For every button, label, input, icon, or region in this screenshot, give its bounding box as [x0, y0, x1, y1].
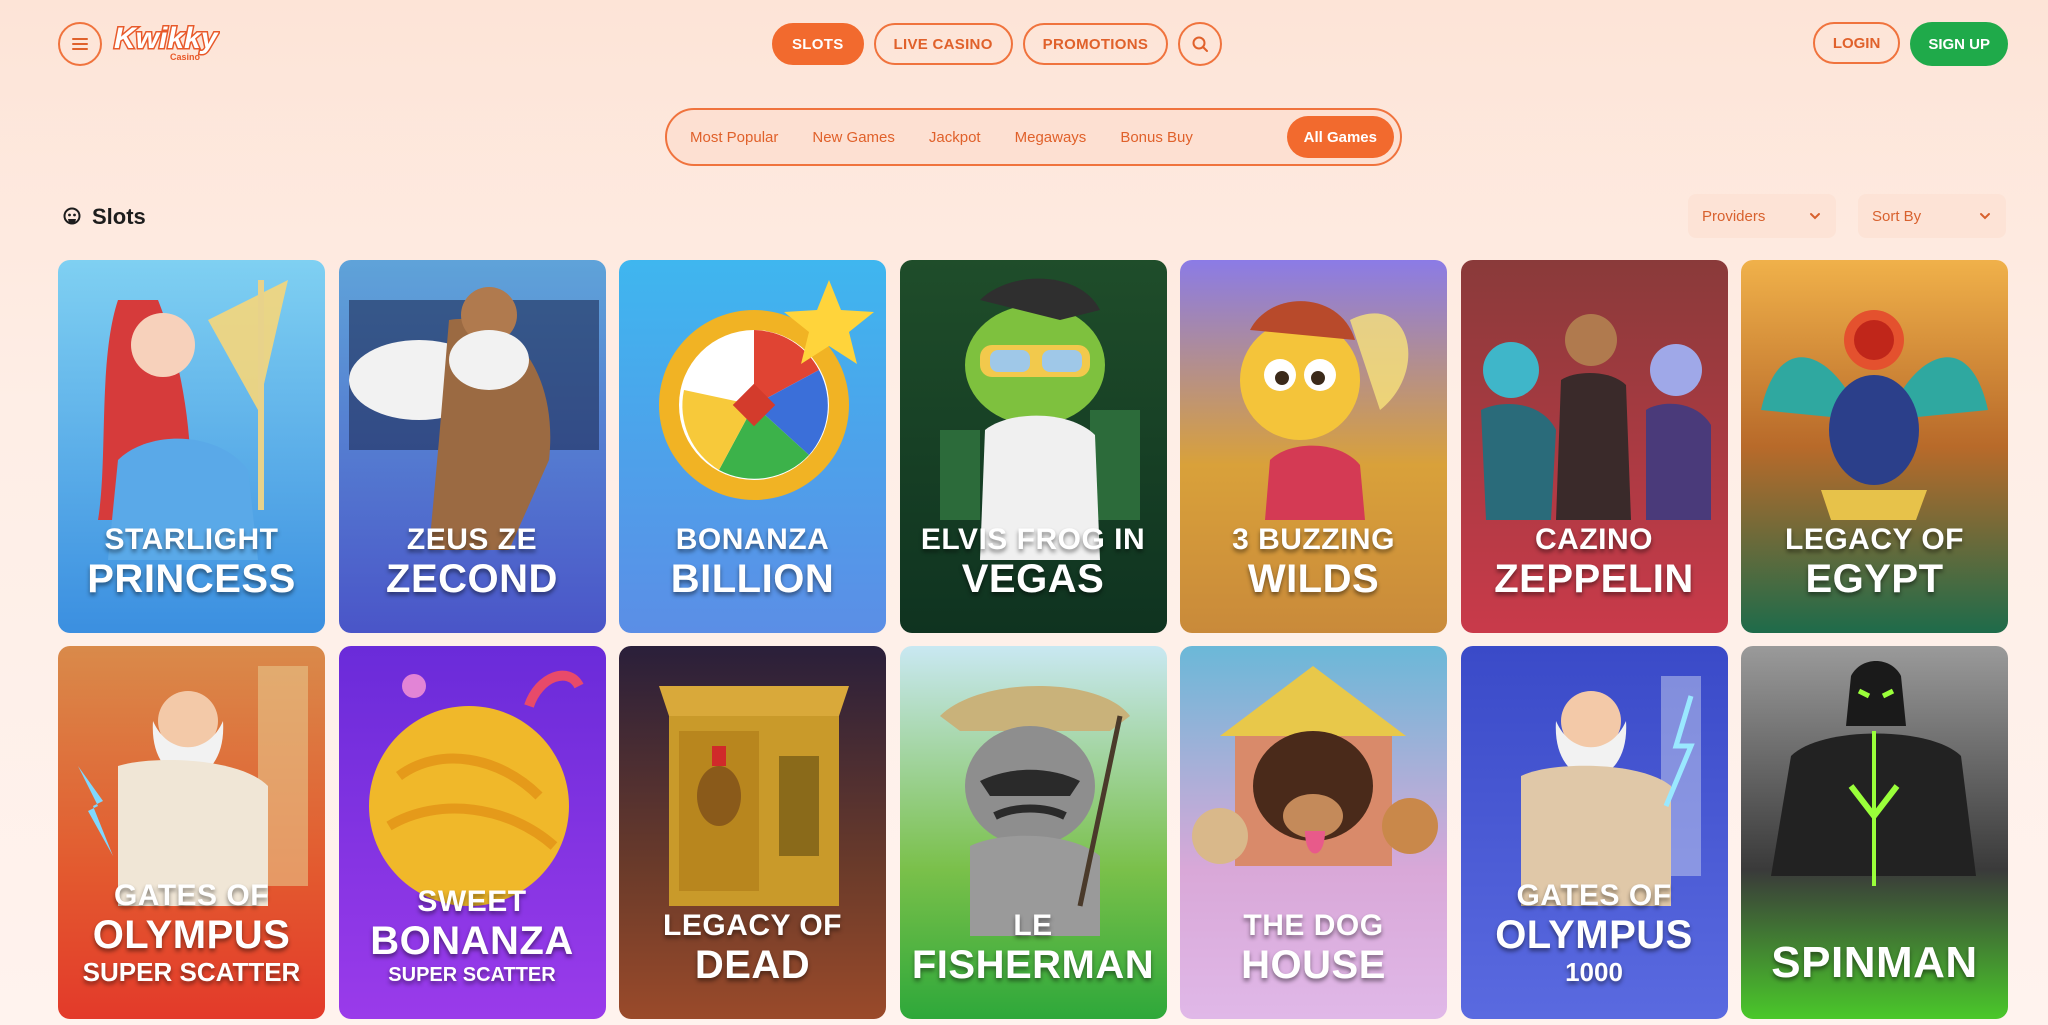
game-title: GATES OF OLYMPUS SUPER SCATTER: [82, 879, 301, 987]
nav-live-casino[interactable]: LIVE CASINO: [873, 23, 1013, 65]
chevron-down-icon: [1980, 213, 1990, 220]
games-grid: STARLIGHT PRINCESS ZEUS ZE ZECOND BONANZ…: [58, 260, 2008, 1019]
game-title: 3 BUZZING WILDS: [1232, 523, 1395, 601]
slots-icon: [63, 207, 81, 225]
game-title: LEGACY OF DEAD: [663, 909, 842, 987]
logo[interactable]: Kwikky Casino: [110, 16, 221, 66]
sort-label: Sort By: [1872, 207, 1922, 225]
svg-text:Casino: Casino: [170, 52, 201, 62]
game-card-sweet-bonanza-super-scatter[interactable]: SWEET BONANZA SUPER SCATTER: [338, 646, 606, 1019]
game-title: LE FISHERMAN: [911, 909, 1155, 987]
tab-megaways[interactable]: Megaways: [998, 116, 1104, 158]
tab-most-popular[interactable]: Most Popular: [673, 116, 795, 158]
game-title: SWEET BONANZA SUPER SCATTER: [370, 885, 574, 986]
tab-new-games[interactable]: New Games: [795, 116, 912, 158]
providers-dropdown[interactable]: Providers: [1688, 194, 1836, 238]
game-card-legacy-of-dead[interactable]: LEGACY OF DEAD: [619, 646, 886, 1019]
game-title: CAZINO ZEPPELIN: [1494, 523, 1694, 601]
site-header: Kwikky Casino SLOTS LIVE CASINO PROMOTIO…: [0, 0, 2048, 88]
game-title: ELVIS FROG IN VEGAS: [920, 523, 1146, 601]
nav-slots[interactable]: SLOTS: [772, 23, 864, 65]
sort-dropdown[interactable]: Sort By: [1858, 194, 2006, 238]
game-title: SPINMAN: [1771, 938, 1978, 987]
tab-bonus-buy[interactable]: Bonus Buy: [1103, 116, 1210, 158]
search-icon: [1192, 36, 1209, 52]
menu-icon: [72, 38, 88, 50]
game-card-starlight-princess[interactable]: STARLIGHT PRINCESS: [58, 260, 325, 633]
chevron-down-icon: [1810, 213, 1820, 220]
menu-button[interactable]: [58, 22, 102, 66]
game-card-gates-of-olympus-super-scatter[interactable]: GATES OF OLYMPUS SUPER SCATTER: [58, 646, 325, 1019]
game-card-gates-of-olympus-1000[interactable]: GATES OF OLYMPUS 1000: [1460, 646, 1728, 1019]
main-nav: SLOTS LIVE CASINO PROMOTIONS: [772, 22, 1223, 66]
nav-promotions[interactable]: PROMOTIONS: [1022, 23, 1169, 65]
game-card-zeus-ze-zecond[interactable]: ZEUS ZE ZECOND: [338, 260, 606, 633]
section-header: Slots: [62, 204, 146, 230]
filters: Providers Sort By: [1688, 194, 2006, 238]
tab-all-games[interactable]: All Games: [1286, 116, 1394, 158]
game-card-legacy-of-egypt[interactable]: LEGACY OF EGYPT: [1741, 260, 2008, 633]
game-title: THE DOG HOUSE: [1241, 909, 1386, 987]
game-card-le-fisherman[interactable]: LE FISHERMAN: [899, 646, 1167, 1019]
category-tabs: Most Popular New Games Jackpot Megaways …: [665, 108, 1402, 166]
svg-text:Kwikky: Kwikky: [114, 22, 219, 55]
tab-jackpot[interactable]: Jackpot: [912, 116, 998, 158]
game-card-elvis-frog-in-vegas[interactable]: ELVIS FROG IN VEGAS: [899, 260, 1167, 633]
providers-label: Providers: [1702, 207, 1766, 225]
search-button[interactable]: [1178, 22, 1223, 66]
game-card-cazino-zeppelin[interactable]: CAZINO ZEPPELIN: [1460, 260, 1728, 633]
game-card-spinman[interactable]: SPINMAN: [1741, 646, 2008, 1019]
login-button[interactable]: LOGIN: [1812, 22, 1901, 64]
signup-button[interactable]: SIGN UP: [1910, 22, 2008, 66]
game-title: STARLIGHT PRINCESS: [87, 523, 296, 601]
game-card-3-buzzing-wilds[interactable]: 3 BUZZING WILDS: [1180, 260, 1447, 633]
game-card-the-dog-house[interactable]: THE DOG HOUSE: [1180, 646, 1447, 1019]
game-title: ZEUS ZE ZECOND: [386, 523, 558, 601]
auth-buttons: LOGIN SIGN UP: [1812, 22, 2008, 66]
game-title: GATES OF OLYMPUS 1000: [1495, 879, 1693, 987]
game-card-bonanza-billion[interactable]: BONANZA BILLION: [619, 260, 886, 633]
game-title: LEGACY OF EGYPT: [1785, 523, 1964, 601]
game-title: BONANZA BILLION: [670, 523, 835, 601]
section-title: Slots: [92, 204, 146, 229]
